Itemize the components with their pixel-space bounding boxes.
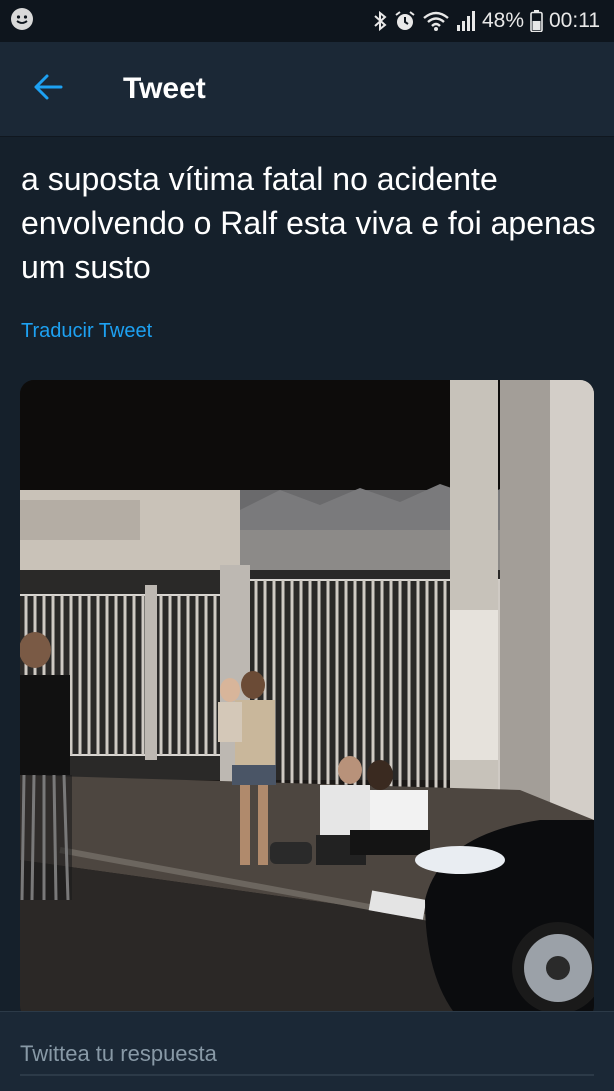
bluetooth-icon xyxy=(372,9,388,33)
alarm-icon xyxy=(394,10,416,32)
status-left xyxy=(10,7,34,36)
signal-icon xyxy=(456,10,476,32)
battery-percent: 48% xyxy=(481,9,524,32)
page-title: Tweet xyxy=(123,72,206,105)
reply-bar: Twittea tu respuesta xyxy=(0,1011,614,1091)
clock: 00:11 xyxy=(549,9,600,32)
status-bar: 48% 00:11 xyxy=(0,0,614,42)
wifi-icon xyxy=(422,10,450,32)
header-bar: Tweet xyxy=(0,42,614,137)
tweet-photo[interactable] xyxy=(20,380,594,1020)
arrow-left-icon xyxy=(33,73,63,106)
app-notification-icon xyxy=(10,7,34,36)
translate-tweet-link[interactable]: Traducir Tweet xyxy=(21,320,152,343)
tweet-text: a suposta vítima fatal no acidente envol… xyxy=(21,161,596,285)
back-button[interactable] xyxy=(0,42,96,137)
status-right: 48% 00:11 xyxy=(372,9,600,33)
battery-icon xyxy=(530,10,543,32)
reply-input[interactable]: Twittea tu respuesta xyxy=(20,1032,594,1076)
